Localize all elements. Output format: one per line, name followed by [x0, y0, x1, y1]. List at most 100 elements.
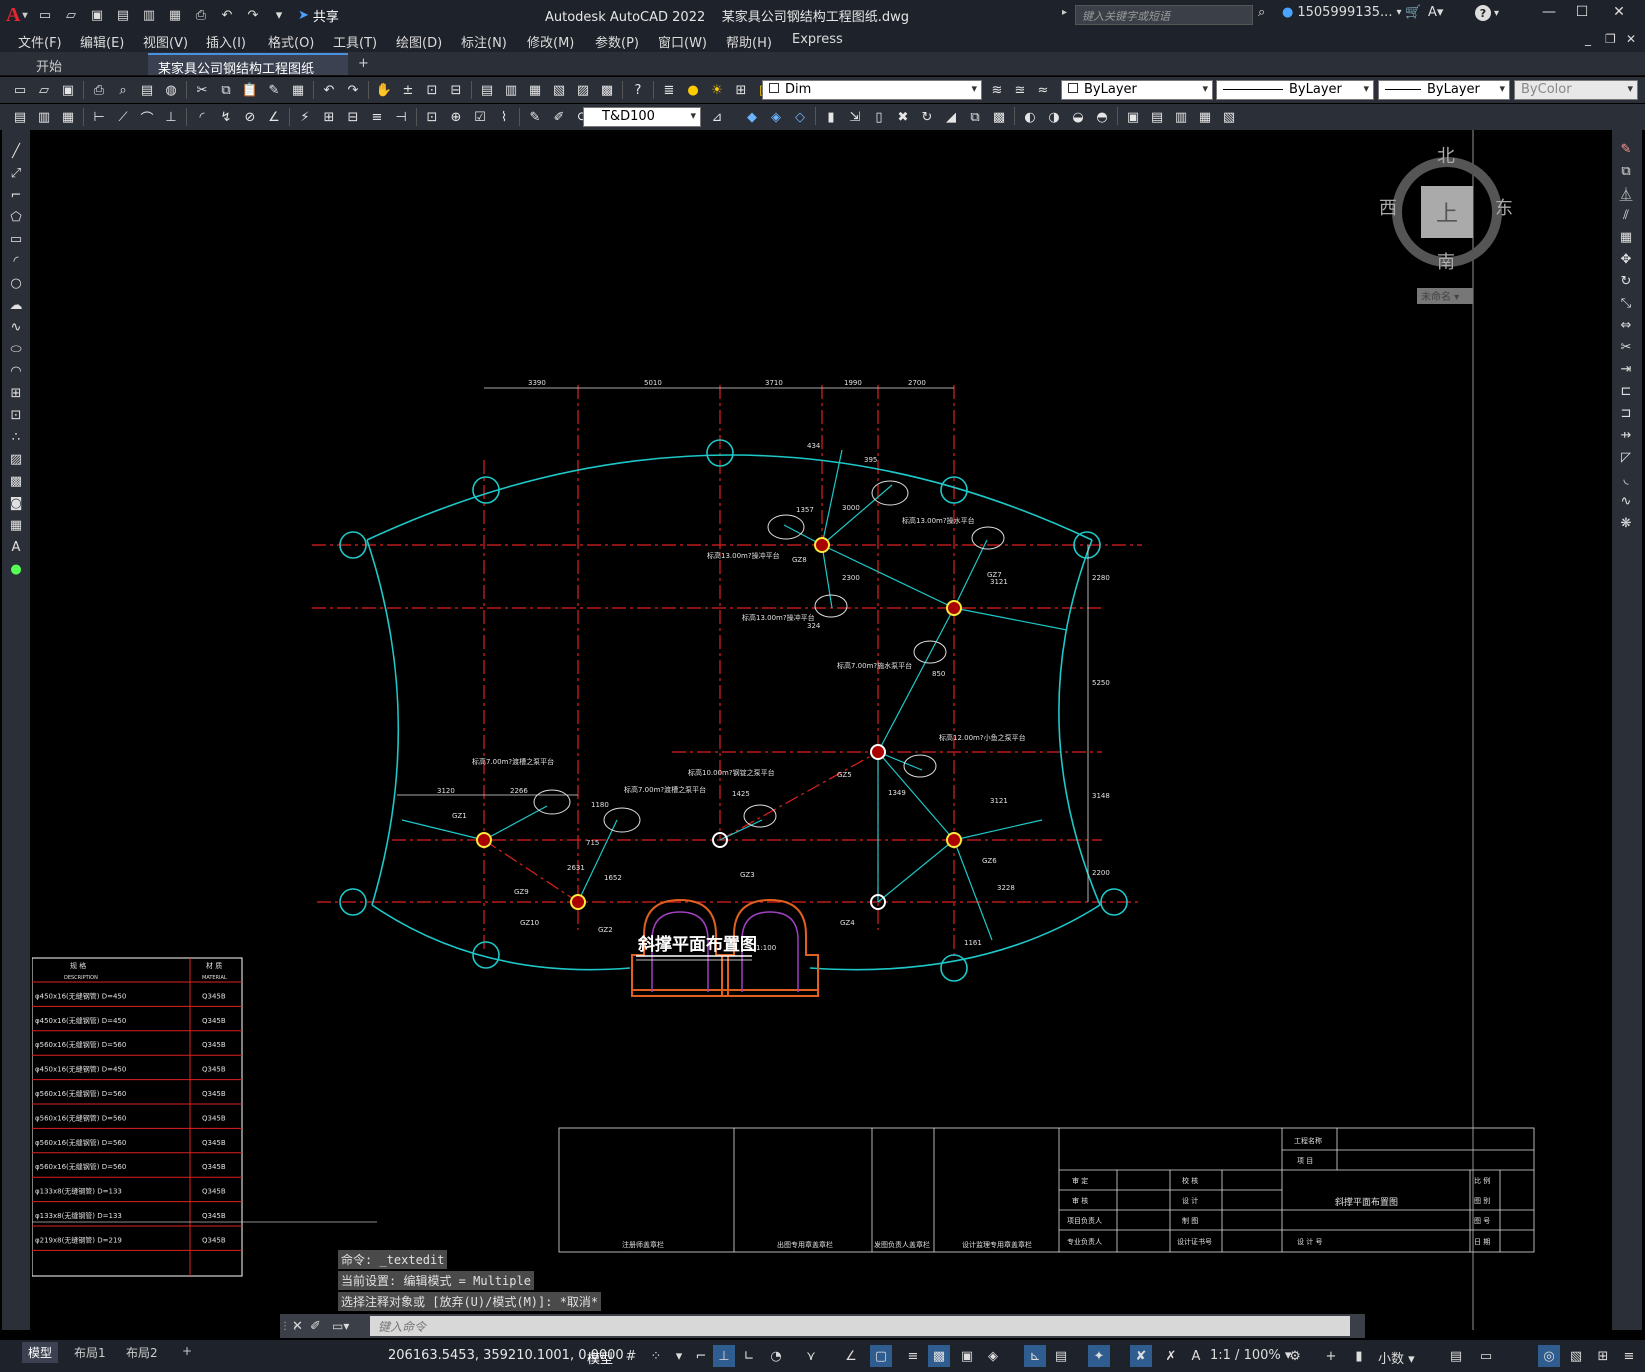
dim-angular-icon[interactable]: ∠ [264, 107, 284, 127]
hatch-icon[interactable]: ▨ [4, 448, 28, 470]
union-icon[interactable]: ◆ [742, 107, 762, 127]
new-icon[interactable]: ▭ [34, 4, 56, 26]
stretch-icon[interactable]: ⇔ [1614, 314, 1638, 336]
arc-icon[interactable]: ◜ [4, 250, 28, 272]
lock-ui-icon[interactable]: ▭ [1475, 1345, 1497, 1367]
ellipse-arc-icon[interactable]: ◠ [4, 360, 28, 382]
tab-drawing[interactable]: 某家具公司钢结构工程图纸*✕ [148, 53, 348, 92]
gizmo-icon[interactable]: ✦ [1088, 1345, 1110, 1367]
3d-dwf-icon[interactable]: ◍ [161, 80, 181, 100]
cart-icon[interactable]: 🛒 [1405, 5, 1421, 20]
undo-icon[interactable]: ↶ [216, 4, 238, 26]
scale-readout[interactable]: 1:1 / 100% ▾ [1210, 1348, 1291, 1363]
explode-icon[interactable]: ❋ [1614, 512, 1638, 534]
units-dropdown[interactable]: 小数 ▾ [1378, 1348, 1415, 1367]
dim-edit-icon[interactable]: ✎ [525, 107, 545, 127]
menu-express[interactable]: Express [792, 32, 843, 47]
delete-faces-icon[interactable]: ✖ [893, 107, 913, 127]
autocad-logo-icon[interactable]: A ▾ [6, 2, 32, 28]
extrude-icon[interactable]: ▤ [1147, 107, 1167, 127]
workspace-icon[interactable]: ⚙ [1284, 1345, 1306, 1367]
spline-icon[interactable]: ∿ [4, 316, 28, 338]
dynamic-ucs-icon[interactable]: ⊾ [1024, 1345, 1046, 1367]
new-icon[interactable]: ▭ [10, 80, 30, 100]
tab-start[interactable]: 开始 [26, 53, 72, 75]
quick-dim-icon[interactable]: ⚡ [295, 107, 315, 127]
layout-tab-model[interactable]: 模型 [22, 1342, 59, 1363]
viewcube[interactable]: 北 南 东 西 上 未命名 ▾ [1379, 146, 1513, 304]
open-icon[interactable]: ▱ [34, 80, 54, 100]
menu-insert[interactable]: 插入(I) [206, 32, 246, 51]
add-selected-icon[interactable]: ● [4, 558, 28, 580]
taper-faces-icon[interactable]: ◢ [941, 107, 961, 127]
table-icon[interactable]: ▦ [4, 514, 28, 536]
offset-faces-icon[interactable]: ▯ [869, 107, 889, 127]
fillet-icon[interactable]: ◟ [1614, 468, 1638, 490]
subtract-icon[interactable]: ◈ [766, 107, 786, 127]
block-editor-icon[interactable]: ▦ [288, 80, 308, 100]
dim-arc-icon[interactable]: ⌒ [137, 107, 157, 127]
tool-palettes-icon[interactable]: ▦ [525, 80, 545, 100]
selection-cycling-icon[interactable]: ▣ [956, 1345, 978, 1367]
help-icon[interactable]: ? ▾ [1475, 5, 1499, 21]
break-icon[interactable]: ⊐ [1614, 402, 1638, 424]
model-space-toggle[interactable]: 模型 [587, 1348, 613, 1367]
compass-west[interactable]: 西 [1379, 194, 1397, 220]
search-input[interactable]: 键入关键字或短语 [1075, 5, 1253, 25]
annotation-monitor-icon[interactable]: + [1320, 1345, 1342, 1367]
extend-icon[interactable]: ⇥ [1614, 358, 1638, 380]
save-icon[interactable]: ▣ [86, 4, 108, 26]
ellipse-icon[interactable]: ⬭ [4, 338, 28, 360]
clean-icon[interactable]: ◑ [1044, 107, 1064, 127]
shell-icon[interactable]: ◓ [1092, 107, 1112, 127]
grid-icon[interactable]: # [620, 1345, 642, 1367]
extrude-faces-icon[interactable]: ▮ [821, 107, 841, 127]
graphics-performance-icon[interactable]: ▧ [1565, 1345, 1587, 1367]
polygon-icon[interactable]: ⬠ [4, 206, 28, 228]
recent-commands-icon[interactable]: ▭▾ [332, 1319, 349, 1333]
save-icon[interactable]: ▣ [58, 80, 78, 100]
search-icon[interactable]: ⌕ [1258, 5, 1265, 20]
menu-parametric[interactable]: 参数(P) [595, 32, 639, 51]
lineweight-dropdown[interactable]: ByLayer ▾ [1378, 80, 1510, 100]
region-icon[interactable]: ◙ [4, 492, 28, 514]
circle-icon[interactable]: ○ [4, 272, 28, 294]
point-icon[interactable]: ∴ [4, 426, 28, 448]
annotation-visibility-icon[interactable]: ✘ [1130, 1345, 1152, 1367]
menu-window[interactable]: 窗口(W) [658, 32, 707, 51]
lineweight-icon[interactable]: ≡ [902, 1345, 924, 1367]
offset-icon[interactable]: ⫽ [1614, 204, 1638, 226]
snap-icon[interactable]: ⁘ [645, 1345, 667, 1367]
trim-icon[interactable]: ✂ [1614, 336, 1638, 358]
doc-restore-button[interactable]: ❐ [1605, 32, 1616, 46]
dim-text-edit-icon[interactable]: ✐ [549, 107, 569, 127]
linetype-dropdown[interactable]: ByLayer ▾ [1216, 80, 1374, 100]
interfere-icon[interactable]: ▧ [1219, 107, 1239, 127]
move-faces-icon[interactable]: ⇲ [845, 107, 865, 127]
help-icon[interactable]: ? [628, 80, 648, 100]
ortho-icon[interactable]: ∟ [738, 1345, 760, 1367]
match-prop-icon[interactable]: ✎ [264, 80, 284, 100]
construction-line-icon[interactable]: ⤢ [4, 162, 28, 184]
rectangle-icon[interactable]: ▭ [4, 228, 28, 250]
plot-preview-icon[interactable]: ⌕ [113, 80, 133, 100]
a360-icon[interactable]: A▾ [1428, 5, 1443, 20]
object-snap-tracking-icon[interactable]: ∠ [840, 1345, 862, 1367]
dim-break-icon[interactable]: ⊣ [391, 107, 411, 127]
dim-baseline-icon[interactable]: ⊞ [319, 107, 339, 127]
dropdown-icon[interactable]: ▾ [668, 1345, 690, 1367]
menu-modify[interactable]: 修改(M) [527, 32, 574, 51]
send-back-icon[interactable]: ▦ [58, 107, 78, 127]
viewcube-top-face[interactable]: 上 [1421, 186, 1473, 238]
ucs-menu[interactable]: 未命名 ▾ [1417, 288, 1473, 304]
drawing-canvas[interactable]: 3390 5010 3710 1990 2700 2280 5250 3148 … [32, 130, 1610, 1330]
intersect-icon[interactable]: ◇ [790, 107, 810, 127]
tab-add-button[interactable]: + [348, 53, 379, 75]
dynamic-input-icon[interactable]: ⊥ [713, 1345, 735, 1367]
insert-block-icon[interactable]: ⊞ [4, 382, 28, 404]
command-input[interactable]: 键入命令 [370, 1316, 1350, 1336]
calculator-icon[interactable]: ▩ [597, 80, 617, 100]
check-icon[interactable]: ▣ [1123, 107, 1143, 127]
color-dropdown[interactable]: ByLayer ▾ [1061, 80, 1213, 100]
doc-close-button[interactable]: ✕ [1626, 32, 1636, 46]
